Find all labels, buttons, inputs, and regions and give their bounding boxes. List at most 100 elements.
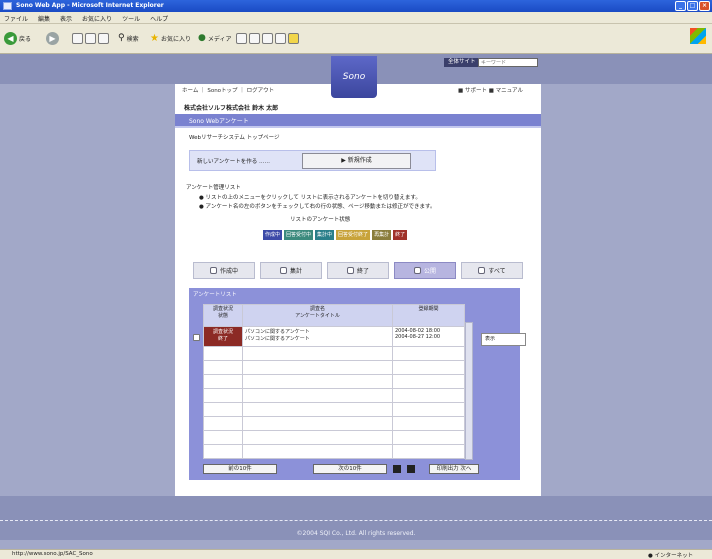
section-title: Sono Webアンケート	[189, 118, 249, 125]
window-title-bar: Sono Web App - Microsoft Internet Explor…	[0, 0, 712, 12]
back-arrow-icon: ◀	[4, 31, 17, 45]
table-row	[203, 388, 465, 403]
menu-favorites[interactable]: お気に入り	[82, 14, 112, 23]
folder-icon[interactable]	[288, 32, 299, 44]
legend-tallying: 集計中	[315, 230, 335, 240]
finished-icon	[346, 267, 354, 274]
list-title: アンケート管理リスト	[186, 185, 241, 191]
back-button[interactable]: ◀ 戻る	[4, 30, 31, 46]
browser-toolbar: ◀ 戻る ▶ ⚲ 検索 ★ お気に入り ● メディア	[0, 24, 712, 54]
globe-icon: ●	[648, 553, 653, 559]
windows-logo-icon	[690, 28, 706, 44]
table-row	[203, 360, 465, 375]
history-icon[interactable]	[236, 32, 247, 44]
list-note-1: ● リストの上のメニューをクリックして リストに表示されるアンケートを切り替えま…	[199, 195, 421, 201]
minimize-button[interactable]: _	[675, 1, 686, 11]
list-note-2: ● アンケート名の左のボタンをチェックして右の行の状態、ページ移動または修正がで…	[199, 204, 436, 210]
tab-tally[interactable]: 集計	[260, 262, 322, 279]
company-name: 株式会社ソルフ株式会社 鈴木 太郎	[184, 105, 279, 112]
first-page-icon[interactable]	[393, 465, 401, 473]
legend-finished: 終了	[393, 230, 408, 240]
footer-divider	[0, 520, 712, 521]
status-url: http://www.sono.jp/SAC_Sono	[12, 551, 93, 557]
media-icon: ●	[198, 33, 206, 43]
menu-view[interactable]: 表示	[60, 14, 72, 23]
edit-icon[interactable]	[275, 32, 286, 44]
breadcrumb-home[interactable]: ホーム	[182, 88, 198, 94]
status-tabs: 作成中 集計 終了 公開 すべて	[193, 262, 523, 279]
tab-draft[interactable]: 作成中	[193, 262, 255, 279]
tab-finished[interactable]: 終了	[327, 262, 389, 279]
create-survey-label: 新しいアンケートを作る ……	[197, 159, 271, 165]
breadcrumb: ホーム ｜ Sonoトップ ｜ ログアウト	[182, 88, 275, 94]
media-button[interactable]: ● メディア	[198, 30, 231, 46]
misc-toolbar-icons	[236, 30, 299, 46]
sono-logo[interactable]: Sono	[331, 56, 377, 98]
all-icon	[478, 267, 486, 274]
site-search-label[interactable]: 全体サイト	[444, 58, 480, 67]
create-new-button[interactable]: ▶ 新規作成	[302, 153, 411, 169]
site-search-input[interactable]	[478, 58, 538, 67]
breadcrumb-logout[interactable]: ログアウト	[247, 88, 275, 94]
favorites-button[interactable]: ★ お気に入り	[150, 30, 191, 46]
manual-link[interactable]: ■ マニュアル	[489, 88, 523, 94]
row-status: 調査状況 終了	[203, 326, 243, 347]
refresh-icon[interactable]	[85, 32, 96, 44]
breadcrumb-sono-top[interactable]: Sonoトップ	[207, 88, 237, 94]
print-icon[interactable]	[262, 32, 273, 44]
table-row	[203, 416, 465, 431]
table-row	[203, 444, 465, 459]
published-icon	[413, 267, 421, 274]
maximize-button[interactable]: □	[687, 1, 698, 11]
legend-closed: 回答受付終了	[336, 230, 371, 240]
section-title-bar: Sono Webアンケート	[175, 114, 541, 126]
legend-retally: 再集計	[372, 230, 392, 240]
prev-10-button[interactable]: 前の10件	[203, 464, 277, 474]
next-10-button[interactable]: 次の10件	[313, 464, 387, 474]
help-links: ■ サポート ■ マニュアル	[458, 86, 523, 94]
page-subtitle: Webリサーチシステム トップページ	[189, 135, 280, 141]
close-button[interactable]: ×	[699, 1, 710, 11]
section-underline	[175, 126, 541, 128]
draft-icon	[209, 267, 217, 274]
panel-title: アンケートリスト	[193, 292, 237, 298]
col-status: 調査状況 状態	[203, 304, 243, 327]
status-legend: 作成中 回答受付中 集計中 回答受付終了 再集計 終了	[263, 230, 408, 240]
table-row[interactable]: 調査状況 終了 パソコンに関するアンケート パソコンに関するアンケート 2004…	[203, 326, 465, 347]
window-title: Sono Web App - Microsoft Internet Explor…	[16, 2, 164, 9]
table-row	[203, 374, 465, 389]
menu-tools[interactable]: ツール	[122, 14, 140, 23]
display-select[interactable]: 表示	[481, 333, 526, 346]
star-icon: ★	[150, 32, 159, 44]
search-icon: ⚲	[118, 33, 125, 43]
copyright: ©2004 SQI Co., Ltd. All rights reserved.	[296, 530, 416, 537]
stop-refresh-home	[72, 30, 109, 46]
table-row	[203, 402, 465, 417]
row-title[interactable]: パソコンに関するアンケート パソコンに関するアンケート	[242, 326, 393, 347]
print-next-button[interactable]: 印刷出力 次へ	[429, 464, 479, 474]
last-page-icon[interactable]	[407, 465, 415, 473]
legend-accepting: 回答受付中	[284, 230, 314, 240]
table-scrollbar[interactable]	[465, 322, 473, 460]
menu-file[interactable]: ファイル	[4, 14, 28, 23]
home-icon[interactable]	[98, 32, 109, 44]
stop-icon[interactable]	[72, 32, 83, 44]
menu-edit[interactable]: 編集	[38, 14, 50, 23]
tab-all[interactable]: すべて	[461, 262, 523, 279]
status-zone: ● インターネット	[648, 553, 694, 559]
table-row	[203, 430, 465, 445]
menu-help[interactable]: ヘルプ	[150, 14, 168, 23]
forward-button[interactable]: ▶	[46, 30, 59, 46]
arrow-right-icon: ▶	[341, 157, 346, 164]
table-row	[203, 346, 465, 361]
mail-icon[interactable]	[249, 32, 260, 44]
col-title: 調査名 アンケートタイトル	[242, 304, 393, 327]
status-bar: http://www.sono.jp/SAC_Sono ● インターネット	[0, 549, 712, 559]
support-link[interactable]: ■ サポート	[458, 88, 487, 94]
row-select-checkbox[interactable]	[193, 334, 200, 341]
col-period: 登録期間	[392, 304, 465, 327]
status-color-title: リストのアンケート状態	[290, 217, 351, 223]
tab-published[interactable]: 公開	[394, 262, 456, 279]
menu-bar: ファイル 編集 表示 お気に入り ツール ヘルプ	[0, 12, 712, 24]
search-button[interactable]: ⚲ 検索	[118, 30, 139, 46]
